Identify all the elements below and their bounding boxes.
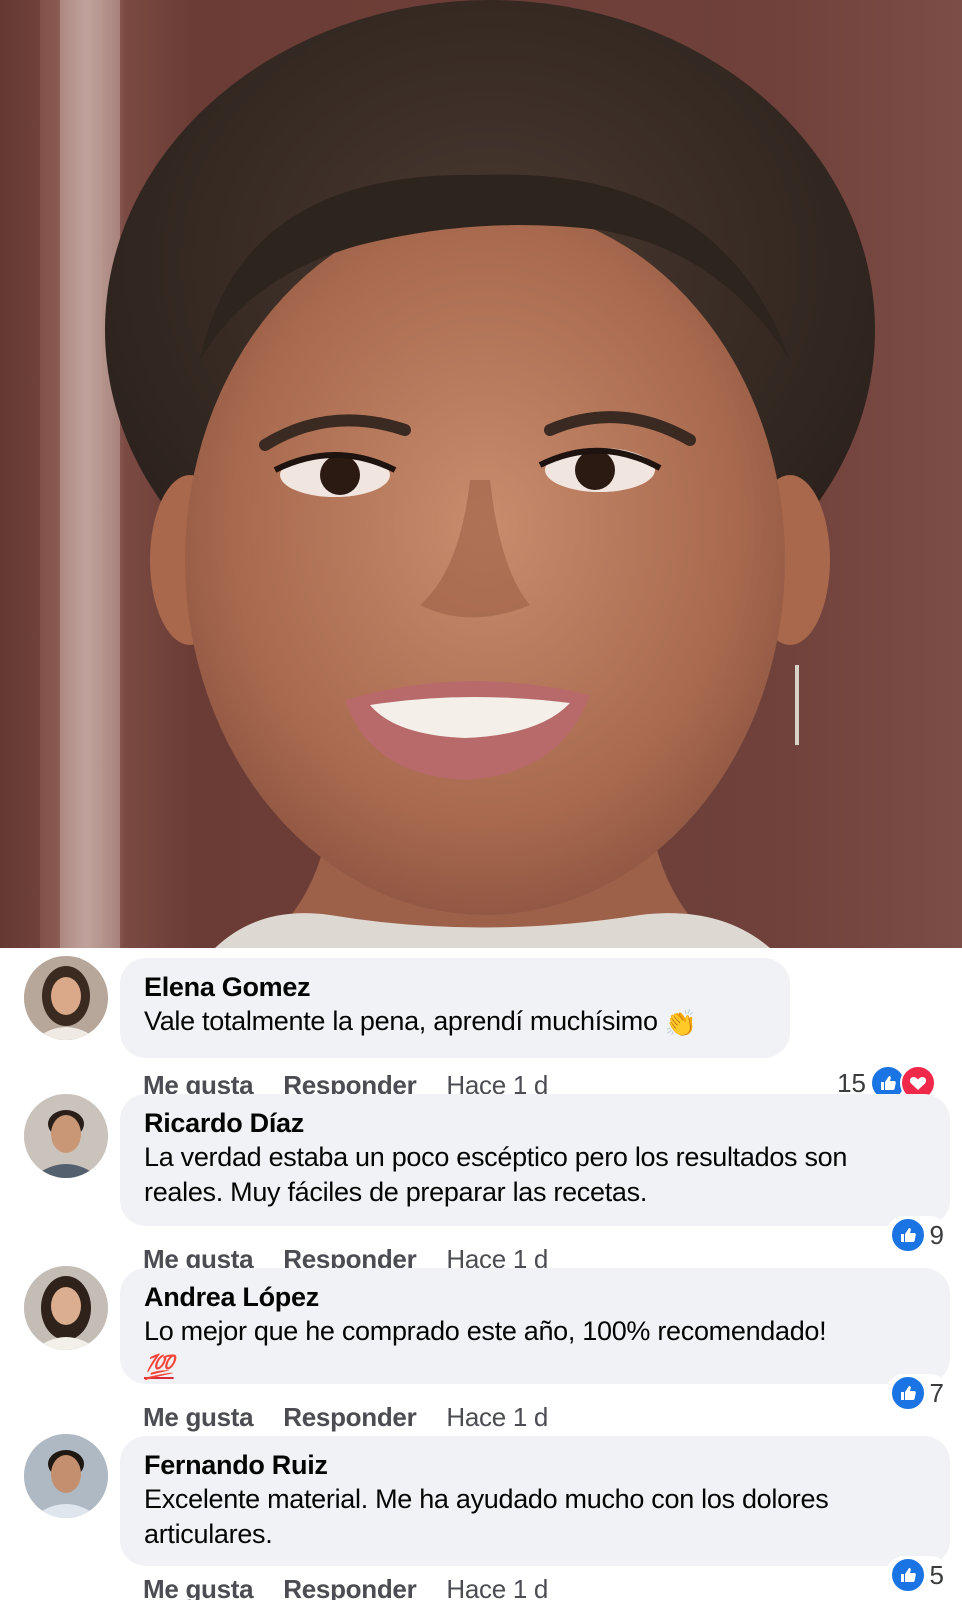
reply-button[interactable]: Responder (283, 1574, 416, 1600)
like-reaction-icon (889, 1217, 926, 1253)
woman-avatar-icon (24, 1266, 108, 1350)
reaction-count: 9 (929, 1219, 944, 1250)
avatar[interactable] (24, 1434, 108, 1518)
woman-avatar-icon (24, 956, 108, 1040)
reaction-summary[interactable]: 7 (885, 1374, 948, 1412)
comment-timestamp[interactable]: Hace 1 d (446, 1402, 548, 1433)
reaction-count: 5 (929, 1559, 944, 1590)
comment-bubble: Andrea López Lo mejor que he comprado es… (120, 1268, 950, 1384)
reaction-icons (889, 1375, 926, 1411)
hundred-points-icon: 💯 (144, 1353, 174, 1381)
avatar[interactable] (24, 956, 108, 1040)
comment-actions: Me gusta Responder Hace 1 d (143, 1572, 548, 1600)
comments-section: Elena Gomez Vale totalmente la pena, apr… (0, 948, 962, 1600)
reaction-summary[interactable]: 9 (885, 1216, 948, 1254)
reaction-icons (889, 1217, 926, 1253)
comment-text-body: Vale totalmente la pena, aprendí muchísi… (144, 1006, 658, 1036)
avatar[interactable] (24, 1094, 108, 1178)
like-reaction-icon (889, 1557, 926, 1593)
reaction-icons (889, 1557, 926, 1593)
portrait-illustration (0, 0, 875, 948)
portrait-photo (0, 0, 962, 948)
like-button[interactable]: Me gusta (143, 1574, 254, 1600)
man-avatar-icon (24, 1434, 108, 1518)
reply-button[interactable]: Responder (283, 1402, 416, 1433)
reaction-summary[interactable]: 5 (885, 1556, 948, 1594)
like-button[interactable]: Me gusta (143, 1402, 254, 1433)
clapping-hands-icon: 👏 (664, 1007, 697, 1038)
comment-author[interactable]: Elena Gomez (144, 970, 768, 1004)
comment-author[interactable]: Ricardo Díaz (144, 1106, 928, 1140)
comment-text: Vale totalmente la pena, aprendí muchísi… (144, 1004, 768, 1039)
comment-bubble: Fernando Ruiz Excelente material. Me ha … (120, 1436, 950, 1566)
comment-timestamp[interactable]: Hace 1 d (446, 1574, 548, 1600)
comment-text: Excelente material. Me ha ayudado mucho … (144, 1484, 829, 1549)
reaction-count: 7 (929, 1377, 944, 1408)
comment-author[interactable]: Fernando Ruiz (144, 1448, 928, 1482)
comment-author[interactable]: Andrea López (144, 1280, 928, 1314)
like-reaction-icon (889, 1375, 926, 1411)
comment-text: La verdad estaba un poco escéptico pero … (144, 1142, 848, 1207)
facebook-post-screenshot: Elena Gomez Vale totalmente la pena, apr… (0, 0, 962, 1600)
comment-text: Lo mejor que he comprado este año, 100% … (144, 1314, 928, 1384)
comment-actions: Me gusta Responder Hace 1 d (143, 1400, 548, 1434)
comment-bubble: Ricardo Díaz La verdad estaba un poco es… (120, 1094, 950, 1226)
comment-bubble: Elena Gomez Vale totalmente la pena, apr… (120, 958, 790, 1058)
man-avatar-icon (24, 1094, 108, 1178)
avatar[interactable] (24, 1266, 108, 1350)
comment-text-body: Lo mejor que he comprado este año, 100% … (144, 1316, 827, 1346)
